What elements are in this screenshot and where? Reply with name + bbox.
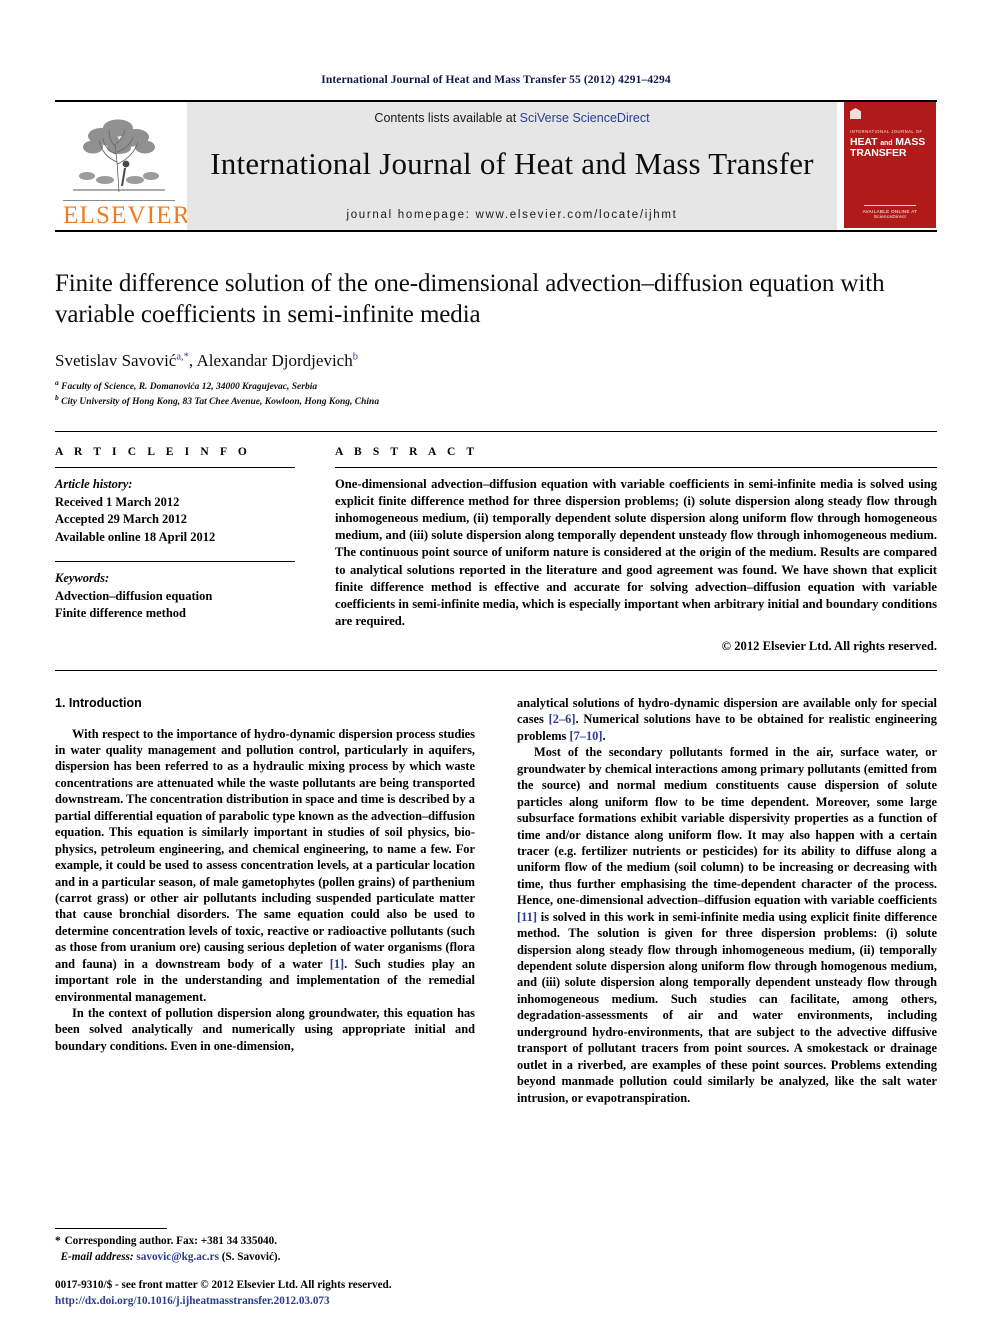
paragraph-text: With respect to the importance of hydro-… [55, 726, 475, 971]
article-page: International Journal of Heat and Mass T… [0, 0, 992, 1323]
keyword-item: Finite difference method [55, 606, 186, 621]
affiliation-mark: a [55, 377, 59, 387]
author-name: Svetislav Savović [55, 350, 177, 370]
article-info-rule [55, 466, 295, 468]
keyword-item: Advection–diffusion equation [55, 588, 213, 603]
article-history-group: Article history: Received 1 March 2012 A… [55, 476, 295, 547]
title-block: Finite difference solution of the one-di… [55, 232, 937, 409]
paragraph-text: is solved in this work in semi-infinite … [517, 909, 937, 1105]
author-name: Alexandar Djordjevich [196, 350, 353, 370]
body-columns: 1. Introduction With respect to the impo… [55, 695, 937, 1240]
keywords-label: Keywords: [55, 570, 110, 585]
author-list: Svetislav Savovića,*, Alexandar Djordjev… [55, 350, 358, 370]
cover-art: INTERNATIONAL JOURNAL OF HEAT and MASS T… [844, 102, 936, 228]
paragraph: In the context of pollution dispersion a… [55, 1006, 475, 1053]
abstract-rule [335, 466, 937, 468]
abstract-copyright: © 2012 Elsevier Ltd. All rights reserved… [721, 639, 937, 653]
abstract-text: One-dimensional advection–diffusion equa… [335, 476, 937, 628]
citation-link[interactable]: [7–10] [569, 729, 602, 743]
imprint-block: 0017-9310/$ - see front matter © 2012 El… [55, 1278, 485, 1309]
email-label: E-mail address: [60, 1250, 134, 1263]
affiliation-mark: b [55, 393, 59, 403]
affiliation-item: a Faculty of Science, R. Domanovića 12, … [55, 378, 937, 394]
keywords-rule [55, 560, 295, 562]
doi-link[interactable]: http://dx.doi.org/10.1016/j.ijheatmasstr… [55, 1294, 485, 1309]
elsevier-wordmark: ELSEVIER [63, 200, 191, 229]
email-owner: (S. Savović). [221, 1250, 281, 1263]
cover-kicker: INTERNATIONAL JOURNAL OF [850, 129, 923, 134]
cover-title-line3: TRANSFER [850, 147, 907, 160]
abstract-block: A B S T R A C T One-dimensional advectio… [317, 446, 937, 654]
masthead-center: Contents lists available at SciVerse Sci… [187, 102, 837, 230]
article-info-heading: A R T I C L E I N F O [55, 445, 251, 458]
affiliation-text: Faculty of Science, R. Domanovića 12, 34… [61, 381, 318, 392]
cover-footer-brand: ScienceDirect [873, 214, 907, 219]
history-available-online: Available online 18 April 2012 [55, 530, 216, 545]
corresponding-author-text: Corresponding author. Fax: +381 34 33504… [64, 1235, 278, 1248]
affiliation-text: City University of Hong Kong, 83 Tat Che… [61, 397, 380, 408]
affiliation-list: a Faculty of Science, R. Domanovića 12, … [55, 378, 937, 409]
cover-title-line2: MASS [895, 136, 926, 148]
author-mark[interactable]: b [353, 351, 358, 362]
contents-available-line: Contents lists available at SciVerse Sci… [374, 111, 649, 125]
journal-masthead: ELSEVIER Contents lists available at Sci… [55, 100, 937, 230]
sciencedirect-link[interactable]: SciVerse ScienceDirect [520, 111, 650, 125]
article-history-label: Article history: [55, 476, 133, 491]
paragraph-text: . [602, 728, 606, 743]
cover-title: HEAT and MASS TRANSFER [850, 136, 930, 160]
history-accepted: Accepted 29 March 2012 [55, 512, 188, 527]
cover-footer: AVAILABLE ONLINE AT ScienceDirect [844, 205, 936, 219]
elsevier-logo: ELSEVIER [55, 102, 191, 230]
journal-cover-thumbnail: INTERNATIONAL JOURNAL OF HEAT and MASS T… [843, 102, 937, 230]
footnote-block: * Corresponding author. Fax: +381 34 3350… [55, 1228, 473, 1265]
paragraph: analytical solutions of hydro-dynamic di… [517, 695, 937, 744]
body-column-right: analytical solutions of hydro-dynamic di… [496, 695, 937, 1240]
article-info-block: A R T I C L E I N F O Article history: R… [55, 446, 317, 654]
info-abstract-band: A R T I C L E I N F O Article history: R… [55, 430, 937, 671]
citation-link[interactable]: [1] [330, 957, 344, 971]
body-column-left: 1. Introduction With respect to the impo… [55, 695, 496, 1240]
keywords-group: Keywords: Advection–diffusion equation F… [55, 570, 295, 623]
running-head: International Journal of Heat and Mass T… [321, 74, 671, 86]
journal-homepage-link[interactable]: journal homepage: www.elsevier.com/locat… [346, 209, 677, 230]
paragraph-text: Most of the secondary pollutants formed … [517, 745, 937, 908]
affiliation-item: b City University of Hong Kong, 83 Tat C… [55, 393, 937, 409]
citation-link[interactable]: [2–6] [549, 712, 576, 726]
cover-title-line1: HEAT [850, 136, 878, 148]
journal-title: International Journal of Heat and Mass T… [210, 146, 814, 181]
footnote-rule [55, 1228, 167, 1230]
cover-elsevier-icon [850, 108, 861, 119]
contents-prefix: Contents lists available at [374, 111, 520, 125]
issn-copyright-line: 0017-9310/$ - see front matter © 2012 El… [55, 1279, 392, 1292]
email-note: E-mail address: savovic@kg.ac.rs (S. Sav… [55, 1250, 473, 1265]
corresponding-author-note: * Corresponding author. Fax: +381 34 3350… [55, 1234, 473, 1249]
elsevier-tree-icon [73, 119, 165, 193]
history-received: Received 1 March 2012 [55, 494, 180, 509]
cover-divider [864, 205, 916, 206]
paragraph: With respect to the importance of hydro-… [55, 726, 475, 1005]
abstract-heading: A B S T R A C T [335, 445, 479, 458]
citation-link[interactable]: [11] [517, 910, 537, 924]
author-mark[interactable]: a,* [176, 351, 189, 362]
page-title: Finite difference solution of the one-di… [55, 270, 885, 329]
cover-title-and: and [880, 140, 893, 147]
section-title-introduction: 1. Introduction [55, 696, 142, 710]
email-link[interactable]: savovic@kg.ac.rs [136, 1251, 219, 1263]
paragraph: Most of the secondary pollutants formed … [517, 744, 937, 1106]
asterisk-icon: * [55, 1235, 61, 1248]
